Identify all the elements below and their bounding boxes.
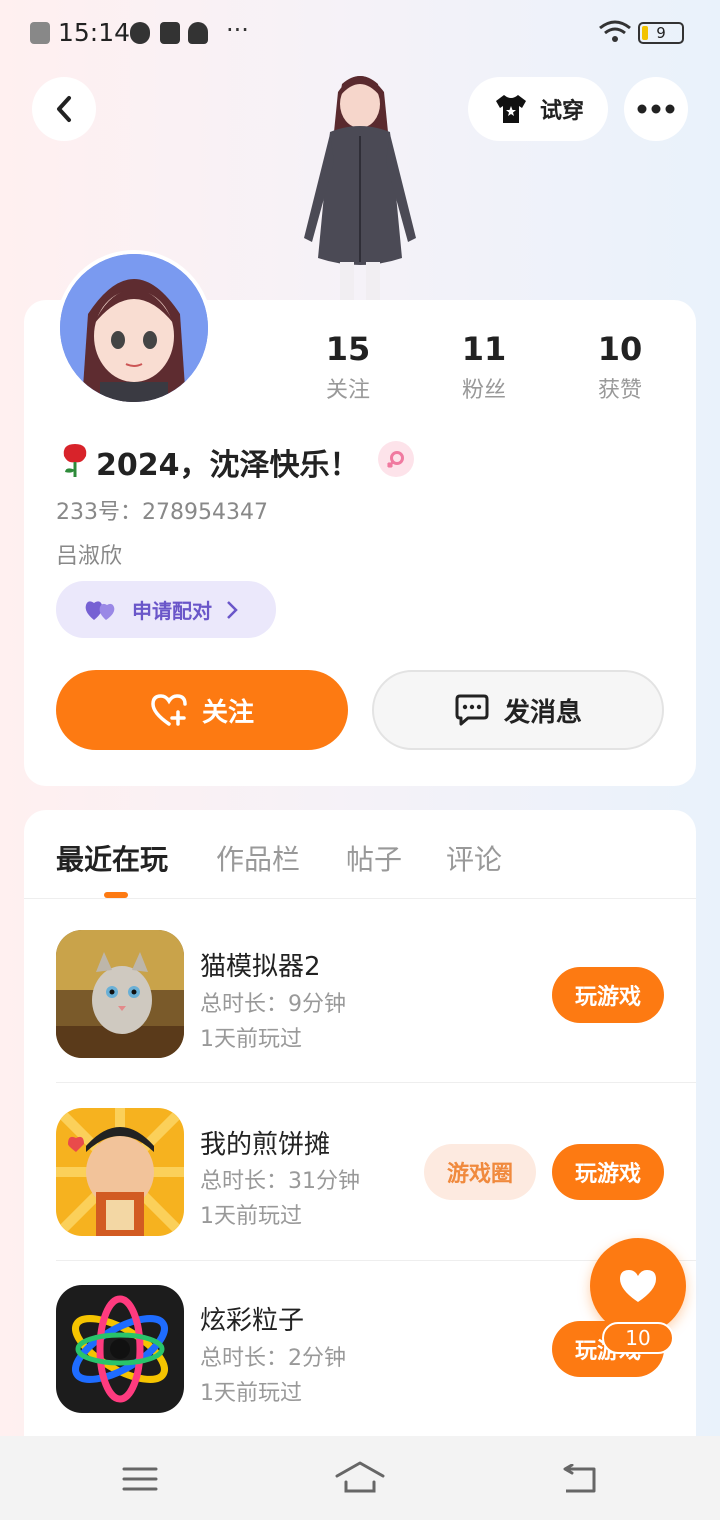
avatar-character-figure[interactable] [290, 62, 430, 302]
user-id: 233号：278954347 [56, 494, 268, 526]
stat-likes[interactable]: 10 获赞 [560, 330, 680, 404]
heart-plus-icon [151, 694, 187, 726]
profile-avatar[interactable] [56, 250, 212, 406]
try-on-label: 试穿 [539, 99, 584, 124]
female-gender-icon [378, 441, 414, 477]
chevron-right-icon [227, 600, 238, 619]
play-game-button[interactable]: 玩游戏 [552, 967, 664, 1023]
tab-posts[interactable]: 帖子 [346, 838, 402, 878]
game-title[interactable]: 猫模拟器2 [200, 946, 321, 983]
more-dots-icon [637, 104, 675, 114]
game-last-played: 1天前玩过 [200, 1027, 302, 1052]
heart-icon [620, 1270, 656, 1302]
more-status-icon: ··· [226, 16, 249, 44]
game-circle-button[interactable]: 游戏圈 [424, 1144, 536, 1200]
user-id-value: 278954347 [142, 500, 268, 525]
like-fab[interactable] [590, 1238, 686, 1334]
following-count: 15 [325, 330, 371, 368]
chat-bubble-icon [455, 694, 489, 726]
likes-label: 获赞 [597, 378, 642, 403]
play-game-button[interactable]: 玩游戏 [552, 1144, 664, 1200]
game-icon-cat-simulator[interactable] [56, 930, 184, 1058]
penguin-icon [188, 22, 208, 44]
follow-label: 关注 [201, 697, 254, 728]
more-options-button[interactable] [624, 77, 688, 141]
game-title[interactable]: 炫彩粒子 [200, 1300, 304, 1337]
try-on-button[interactable]: 试穿 [468, 77, 608, 141]
avatar-face-image [60, 254, 208, 402]
like-count-badge: 10 [602, 1322, 674, 1354]
battery-indicator: 9 [638, 22, 684, 44]
back-button[interactable] [32, 77, 96, 141]
tab-works[interactable]: 作品栏 [216, 838, 300, 878]
pinwheel-icon [130, 22, 150, 44]
tab-divider [24, 898, 696, 899]
send-message-button[interactable]: 发消息 [372, 670, 664, 750]
game-last-played: 1天前玩过 [200, 1381, 302, 1406]
followers-count: 11 [461, 330, 507, 368]
followers-label: 粉丝 [461, 378, 506, 403]
game-icon-pancake-stall[interactable] [56, 1108, 184, 1236]
send-message-label: 发消息 [503, 697, 582, 728]
game-last-played: 1天前玩过 [200, 1204, 302, 1229]
game-duration: 总时长：9分钟 [200, 992, 346, 1017]
stat-followers[interactable]: 11 粉丝 [424, 330, 544, 404]
stat-following[interactable]: 15 关注 [288, 330, 408, 404]
system-nav-bar [0, 1436, 720, 1520]
wifi-icon [599, 20, 631, 42]
user-id-label: 233号： [56, 500, 142, 525]
pair-request-button[interactable]: 申请配对 [56, 581, 276, 638]
tshirt-icon [495, 95, 526, 123]
game-title[interactable]: 我的煎饼摊 [200, 1124, 330, 1161]
menu-icon[interactable] [122, 1466, 158, 1492]
following-label: 关注 [325, 378, 370, 403]
follow-button[interactable]: 关注 [56, 670, 348, 750]
chevron-left-icon [57, 96, 71, 122]
real-name: 吕淑欣 [56, 544, 123, 569]
home-icon[interactable] [334, 1460, 386, 1494]
status-bar: 15:14 ··· 9 [0, 0, 720, 66]
profile-name: 2024，沈泽快乐！ [96, 448, 360, 483]
tab-comments[interactable]: 评论 [446, 838, 502, 878]
rose-icon [63, 444, 87, 477]
likes-count: 10 [597, 330, 643, 368]
tab-recently-played[interactable]: 最近在玩 [56, 838, 168, 878]
game-icon-colorful-particles[interactable] [56, 1285, 184, 1413]
status-time: 15:14 [58, 18, 131, 47]
game-duration: 总时长：31分钟 [200, 1169, 360, 1194]
double-heart-icon [85, 600, 115, 620]
notification-icon [30, 22, 50, 44]
mail-icon [160, 22, 180, 44]
pair-request-label: 申请配对 [132, 599, 212, 623]
back-nav-icon[interactable] [560, 1464, 598, 1494]
game-duration: 总时长：2分钟 [200, 1346, 346, 1371]
